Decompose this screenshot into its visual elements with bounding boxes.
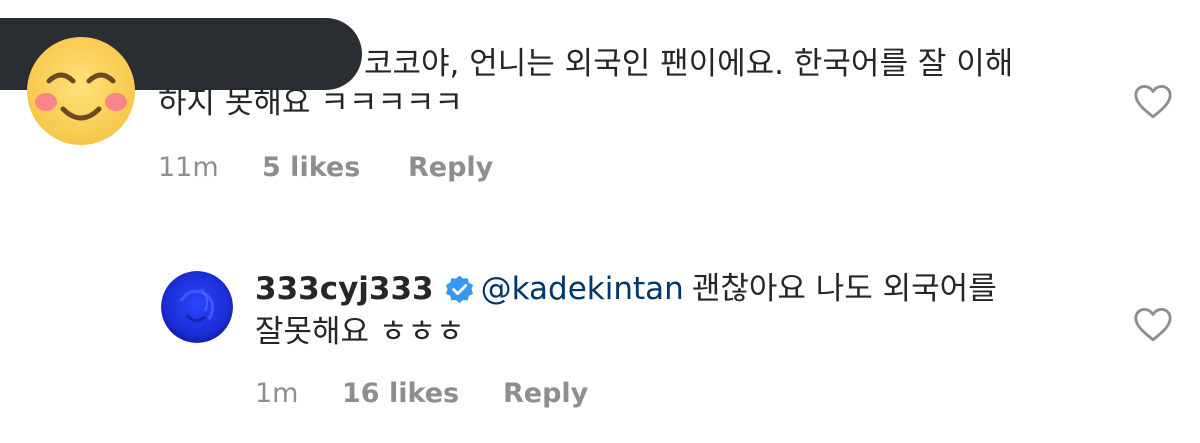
user-avatar[interactable] <box>161 271 233 343</box>
comment-text-line-2: 하지 못해요 ㅋㅋㅋㅋㅋ <box>158 85 463 121</box>
comment-likes-count[interactable]: 5 likes <box>262 152 360 183</box>
smiling-face-emoji-icon[interactable] <box>27 37 135 145</box>
reply-likes-count[interactable]: 16 likes <box>342 378 459 409</box>
reply-username[interactable]: 333cyj333 <box>255 272 434 306</box>
comment-timestamp[interactable]: 11m <box>158 152 219 183</box>
reply-text-line-2: 잘못해요 ㅎㅎㅎ <box>255 314 465 350</box>
comment-text-line-1: 코코야, 언니는 외국인 팬이에요. 한국어를 잘 이해 <box>364 46 1014 82</box>
verified-badge-icon <box>445 275 473 304</box>
comment-reply-button[interactable]: Reply <box>408 152 493 183</box>
reply-text-rest: 괜찮아요 나도 외국어를 <box>691 271 997 307</box>
reply-text-line-1: 333cyj333 @kadekintan 괜찮아요 나도 외국어를 <box>255 271 997 307</box>
mention-link[interactable]: @kadekintan <box>481 272 684 306</box>
heart-outline-icon[interactable] <box>1133 84 1173 120</box>
reply-timestamp[interactable]: 1m <box>255 378 298 409</box>
heart-outline-icon[interactable] <box>1133 307 1173 343</box>
reply-reply-button[interactable]: Reply <box>503 378 588 409</box>
